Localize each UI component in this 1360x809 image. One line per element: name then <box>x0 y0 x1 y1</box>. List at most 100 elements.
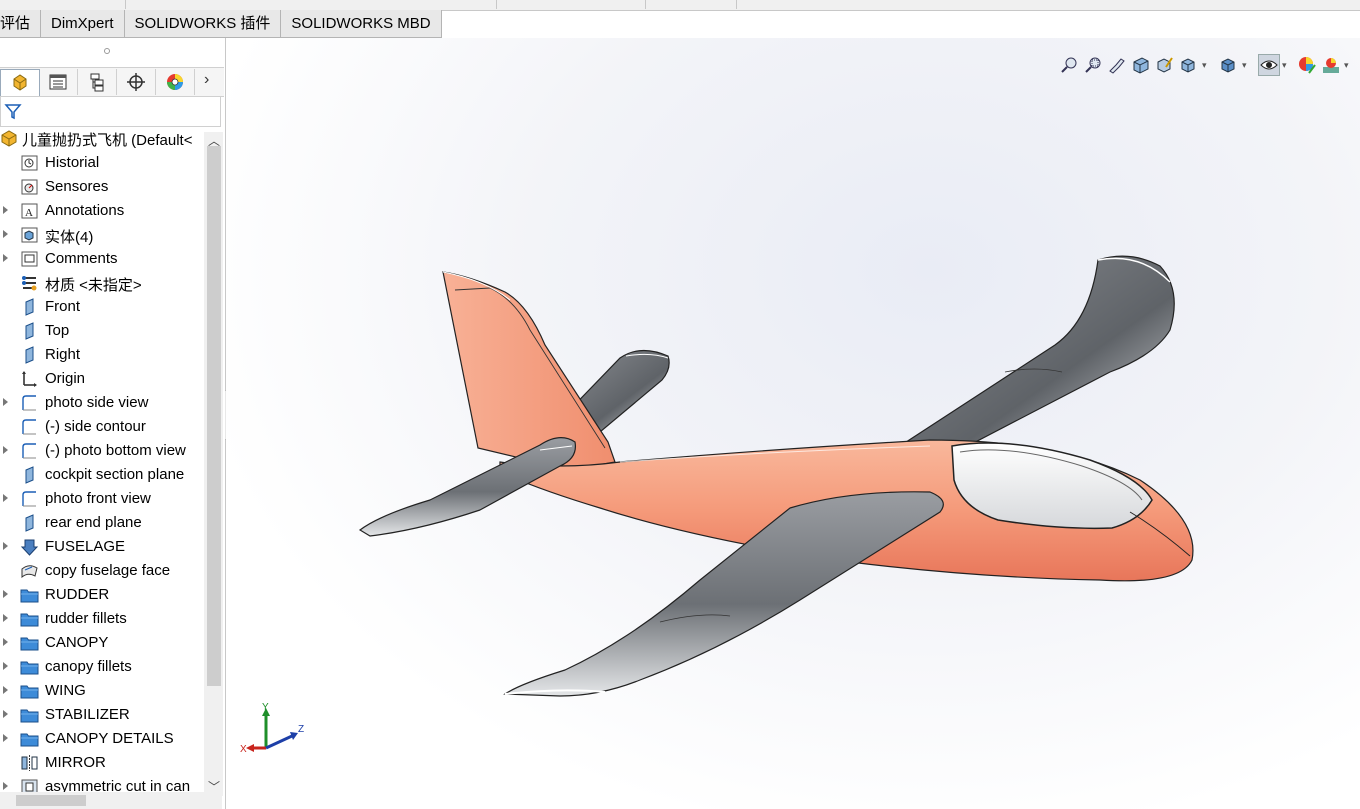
displaymanager-icon[interactable] <box>156 69 195 95</box>
comments-icon <box>20 250 39 268</box>
triad-y-label: Y <box>262 702 269 713</box>
tab-evaluate[interactable]: 评估 <box>0 10 42 38</box>
featuremanager-icon[interactable] <box>0 69 40 97</box>
tree-item[interactable]: 材质 <未指定> <box>0 271 204 295</box>
tree-item-label: Historial <box>45 154 100 171</box>
configurationmanager-icon[interactable] <box>78 69 117 95</box>
sensor-icon <box>20 178 39 196</box>
chevron-right-icon[interactable]: › <box>204 71 209 89</box>
folder-icon <box>20 634 39 652</box>
tree-item[interactable]: Origin <box>0 367 204 391</box>
document-tab[interactable] <box>646 0 737 9</box>
tree-item[interactable]: RUDDER <box>0 583 204 607</box>
document-tab[interactable] <box>497 0 646 9</box>
folder-icon <box>20 610 39 628</box>
expand-arrow-icon[interactable] <box>3 638 8 646</box>
boss-extrude-icon <box>20 538 39 556</box>
document-tab[interactable] <box>126 0 497 9</box>
expand-arrow-icon[interactable] <box>3 782 8 790</box>
tree-item[interactable]: Comments <box>0 247 204 271</box>
tree-item[interactable]: Front <box>0 295 204 319</box>
solid-bodies-icon <box>20 226 39 244</box>
expand-arrow-icon[interactable] <box>3 446 8 454</box>
plane-icon <box>20 298 39 316</box>
annotations-icon: A <box>20 202 39 220</box>
tree-item-label: Origin <box>45 370 86 387</box>
sketch-icon <box>20 490 39 508</box>
tab-dimxpert[interactable]: DimXpert <box>41 10 125 38</box>
tree-item-label: CANOPY <box>45 634 109 651</box>
tree-root[interactable]: 儿童抛扔式飞机 (Default< <box>0 128 192 150</box>
history-icon <box>20 154 39 172</box>
tree-item[interactable]: (-) side contour <box>0 415 204 439</box>
tree-item[interactable]: copy fuselage face <box>0 559 204 583</box>
tree-item[interactable]: STABILIZER <box>0 703 204 727</box>
tree-item[interactable]: Top <box>0 319 204 343</box>
svg-text:A: A <box>25 207 33 219</box>
airplane-model[interactable] <box>226 38 1360 809</box>
expand-arrow-icon[interactable] <box>3 494 8 502</box>
tree-item[interactable]: FUSELAGE <box>0 535 204 559</box>
tree-item-label: CANOPY DETAILS <box>45 730 174 747</box>
tree-item[interactable]: rudder fillets <box>0 607 204 631</box>
tree-item-label: MIRROR <box>45 754 106 771</box>
origin-icon <box>20 370 39 388</box>
mirror-icon <box>20 754 39 772</box>
material-icon <box>20 274 39 292</box>
tree-item-label: 实体(4) <box>45 229 94 246</box>
scroll-thumb[interactable] <box>207 146 221 686</box>
tree-item[interactable]: Historial <box>0 151 204 175</box>
plane-icon <box>20 514 39 532</box>
folder-icon <box>20 658 39 676</box>
plane-icon <box>20 466 39 484</box>
tree-item-label: cockpit section plane <box>45 466 185 483</box>
expand-arrow-icon[interactable] <box>3 590 8 598</box>
tree-item[interactable]: WING <box>0 679 204 703</box>
tree-item[interactable]: 实体(4) <box>0 223 204 247</box>
graphics-area[interactable]: ▾ ▾ ▾ ▾ ▾ <box>226 38 1360 809</box>
tree-item[interactable]: canopy fillets <box>0 655 204 679</box>
document-tab[interactable] <box>0 0 126 9</box>
tree-item[interactable]: A Annotations <box>0 199 204 223</box>
expand-arrow-icon[interactable] <box>3 254 8 262</box>
tree-item[interactable]: CANOPY DETAILS <box>0 727 204 751</box>
tree-item-label: photo side view <box>45 394 149 411</box>
scroll-thumb[interactable] <box>16 795 86 806</box>
tree-item-label: Sensores <box>45 178 109 195</box>
expand-arrow-icon[interactable] <box>3 614 8 622</box>
tree-item-label: Comments <box>45 250 118 267</box>
folder-icon <box>20 682 39 700</box>
sketch-icon <box>20 442 39 460</box>
expand-arrow-icon[interactable] <box>3 686 8 694</box>
tree-item[interactable]: rear end plane <box>0 511 204 535</box>
expand-arrow-icon[interactable] <box>3 206 8 214</box>
folder-icon <box>20 586 39 604</box>
tree-item-label: rear end plane <box>45 514 142 531</box>
tree-item[interactable]: CANOPY <box>0 631 204 655</box>
tree-filter[interactable] <box>0 96 221 127</box>
expand-arrow-icon[interactable] <box>3 662 8 670</box>
tree-item-label: RUDDER <box>45 586 110 603</box>
filter-icon <box>4 104 22 120</box>
expand-arrow-icon[interactable] <box>3 734 8 742</box>
tree-vertical-scrollbar[interactable]: ︿ ﹀ <box>204 132 223 796</box>
tree-item[interactable]: photo side view <box>0 391 204 415</box>
expand-arrow-icon[interactable] <box>3 230 8 238</box>
tree-item-label: Top <box>45 322 70 339</box>
tree-item[interactable]: (-) photo bottom view <box>0 439 204 463</box>
tree-item[interactable]: cockpit section plane <box>0 463 204 487</box>
sketch-icon <box>20 418 39 436</box>
expand-arrow-icon[interactable] <box>3 398 8 406</box>
tree-item[interactable]: Right <box>0 343 204 367</box>
propertymanager-icon[interactable] <box>39 69 78 95</box>
expand-arrow-icon[interactable] <box>3 710 8 718</box>
tree-item[interactable]: photo front view <box>0 487 204 511</box>
tab-solidworks-addins[interactable]: SOLIDWORKS 插件 <box>124 10 282 38</box>
tree-item[interactable]: MIRROR <box>0 751 204 775</box>
tree-item[interactable]: Sensores <box>0 175 204 199</box>
tab-solidworks-mbd[interactable]: SOLIDWORKS MBD <box>281 10 442 38</box>
tree-horizontal-scrollbar[interactable] <box>0 792 222 809</box>
panel-grip[interactable] <box>104 48 110 54</box>
expand-arrow-icon[interactable] <box>3 542 8 550</box>
dimxpertmanager-icon[interactable] <box>117 69 156 95</box>
